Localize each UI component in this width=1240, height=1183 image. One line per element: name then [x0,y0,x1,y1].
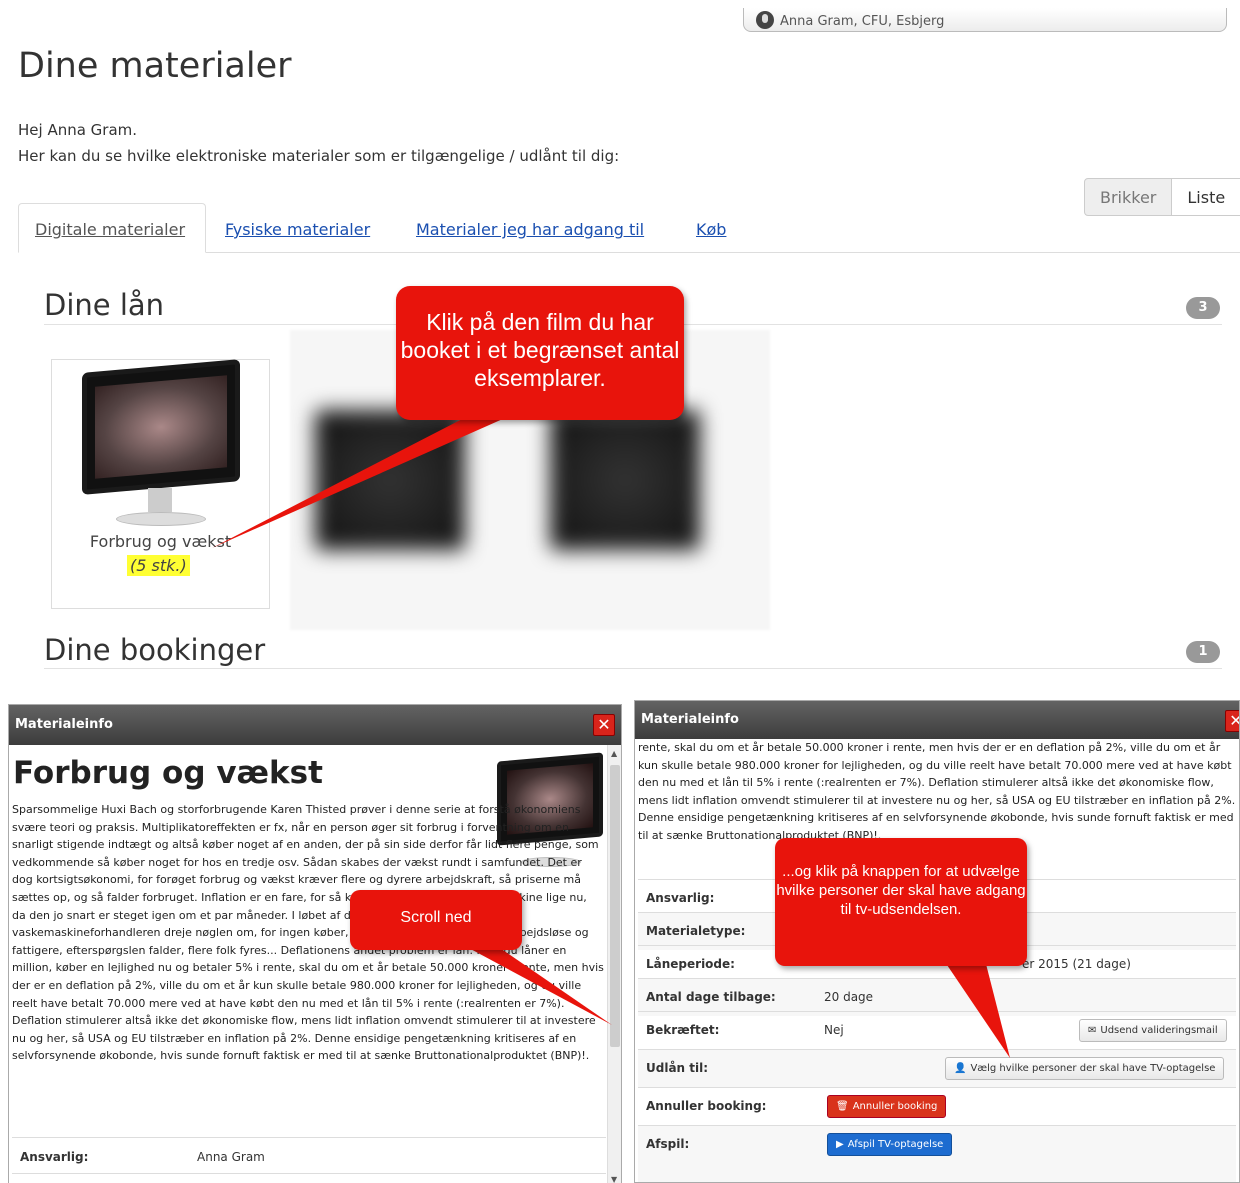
user-icon [756,11,774,29]
loan-count: (5 stk.) [127,555,190,576]
row-key: Låneperiode: [646,957,735,971]
row-key: Udlån til: [646,1061,709,1075]
greeting-line-1: Hej Anna Gram. [18,121,138,139]
row-key: Ansvarlig: [646,891,715,905]
info-key: Ansvarlig: [20,1150,89,1164]
loan-card[interactable]: Forbrug og vækst (5 stk.) [51,359,270,609]
bookings-count-badge: 1 [1186,641,1220,663]
trash-icon: 🗑 [836,1101,849,1112]
row-key: Bekræftet: [646,1023,720,1037]
row-bekraeftet: Bekræftet: Nej ✉ Udsend valideringsmail [638,1011,1236,1049]
bookings-heading: Dine bookinger [44,633,266,667]
row-key: Antal dage tilbage: [646,990,776,1004]
tab-digitale-materialer[interactable]: Digitale materialer [18,203,206,253]
button-label: Afspil TV-optagelse [847,1139,944,1150]
row-annuller: Annuller booking: 🗑 Annuller booking [638,1087,1236,1125]
dialog-title: Materialeinfo [15,717,113,732]
row-key: Annuller booking: [646,1099,767,1113]
greeting: Hej Anna Gram. Her kan du se hvilke elek… [18,117,619,169]
row-afspil: Afspil: ▶ Afspil TV-optagelse [638,1125,1236,1182]
callout-select-film: Klik på den film du har booket i et begr… [396,286,684,420]
view-toggle: Brikker Liste [1084,178,1240,216]
close-icon[interactable]: ✕ [593,714,615,736]
dialog-header: Materialeinfo ✕ [9,705,621,745]
user-name: Anna Gram, CFU, Esbjerg [780,14,945,29]
row-value: Nej [824,1023,844,1037]
tab-materialer-adgang[interactable]: Materialer jeg har adgang til [416,220,644,239]
scrollbar[interactable]: ▲ ▼ [607,745,621,1183]
tab-koeb[interactable]: Køb [696,220,726,239]
loan-title: Forbrug og vækst [89,532,232,551]
play-icon: ▶ [836,1139,844,1150]
row-udlaan: Udlån til: 👤 Vælg hvilke personer der ska… [638,1049,1236,1087]
blurred-monitor-1 [315,410,465,550]
scrollbar-thumb[interactable] [610,765,620,1047]
view-tiles-button[interactable]: Brikker [1084,178,1173,216]
user-menu[interactable]: Anna Gram, CFU, Esbjerg [743,8,1227,32]
view-list-button[interactable]: Liste [1172,178,1240,216]
info-row-ansvarlig: Ansvarlig: Anna Gram [12,1137,606,1173]
material-info-dialog-left: Materialeinfo ✕ Forbrug og vækst Sparsom… [8,704,622,1183]
send-validation-mail-button[interactable]: ✉ Udsend valideringsmail [1079,1019,1227,1042]
callout-scroll: Scroll ned [350,890,522,950]
tab-label: Digitale materialer [35,220,186,239]
row-value: er 2015 (21 dage) [1022,957,1131,971]
button-label: Annuller booking [852,1101,938,1112]
info-value: Anna Gram [197,1150,265,1164]
cancel-booking-button[interactable]: 🗑 Annuller booking [827,1095,947,1118]
row-key: Afspil: [646,1137,690,1151]
row-key: Materialetype: [646,924,746,938]
dialog-title: Materialeinfo [641,712,739,727]
info-row-next [12,1173,606,1183]
page-title: Dine materialer [18,46,292,86]
dialog-header: Materialeinfo ✕ [635,701,1239,739]
row-value: 20 dage [824,990,874,1004]
material-title: Forbrug og vækst [13,755,323,791]
monitor-icon [82,359,242,530]
button-label: Vælg hvilke personer der skal have TV-op… [970,1063,1216,1074]
callout-choose-persons: ...og klik på knappen for at udvælge hvi… [775,838,1027,966]
button-label: Udsend valideringsmail [1100,1025,1218,1036]
loans-count-badge: 3 [1186,297,1220,319]
close-icon[interactable]: ✕ [1225,710,1239,732]
material-description: rente, skal du om et år betale 50.000 kr… [638,741,1236,842]
scroll-up-icon[interactable]: ▲ [611,749,617,758]
scroll-down-icon[interactable]: ▼ [611,1175,617,1183]
bookings-divider [44,668,1222,669]
tab-fysiske-materialer[interactable]: Fysiske materialer [225,220,370,239]
loans-heading: Dine lån [44,288,165,322]
greeting-line-2: Her kan du se hvilke elektroniske materi… [18,147,620,165]
blurred-monitor-2 [550,410,700,550]
play-recording-button[interactable]: ▶ Afspil TV-optagelse [827,1133,953,1156]
envelope-icon: ✉ [1088,1025,1097,1036]
choose-persons-button[interactable]: 👤 Vælg hvilke personer der skal have TV-o… [945,1057,1225,1080]
user-icon: 👤 [954,1063,967,1074]
